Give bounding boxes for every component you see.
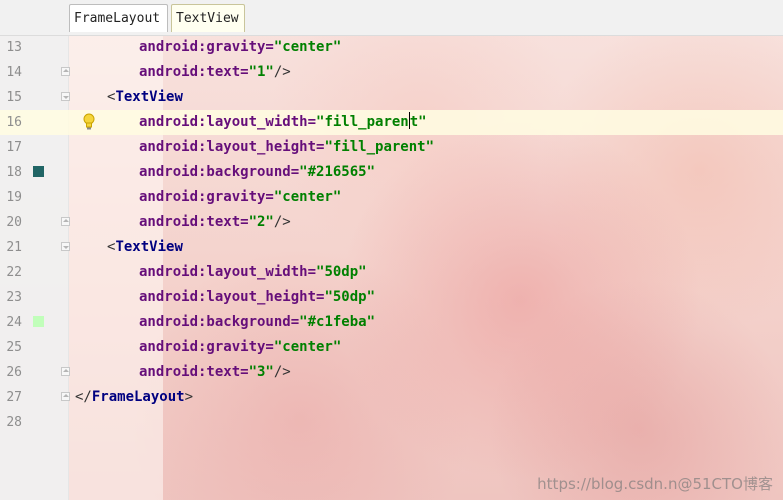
- angle-close: >: [184, 389, 194, 405]
- code-text: android:text="2"/>: [139, 210, 291, 235]
- code-text: android:layout_height="fill_parent": [139, 135, 434, 160]
- line-number: 13: [6, 40, 22, 55]
- code-text: android:background="#216565": [139, 160, 375, 185]
- code-line[interactable]: 25 android:gravity="center": [0, 335, 783, 360]
- xml-value: "#c1feba": [299, 314, 376, 330]
- code-text: android:gravity="center": [139, 185, 341, 210]
- line-number: 20: [6, 215, 22, 230]
- xml-value: t": [409, 114, 427, 130]
- line-number: 27: [6, 390, 22, 405]
- fold-close-icon[interactable]: [61, 67, 70, 76]
- xml-value: "center": [273, 189, 342, 205]
- code-line[interactable]: 21 <TextView: [0, 235, 783, 260]
- fold-open-icon[interactable]: [61, 92, 70, 101]
- xml-value: "fill_parent": [324, 139, 435, 155]
- code-text: android:layout_width="50dp": [139, 260, 367, 285]
- code-text: <TextView: [107, 85, 183, 110]
- code-line-current[interactable]: 16 android:layout_width="fill_parent": [0, 110, 783, 135]
- code-text: android:gravity="center": [139, 35, 341, 60]
- xml-tag: TextView: [115, 239, 183, 255]
- code-editor[interactable]: FrameLayout TextView 13 android:gravity=…: [0, 0, 783, 500]
- xml-attribute: android:gravity=: [139, 339, 274, 355]
- line-number: 17: [6, 140, 22, 155]
- breadcrumb-textview[interactable]: TextView: [171, 4, 245, 32]
- code-text: android:text="3"/>: [139, 360, 291, 385]
- code-line[interactable]: 23 android:layout_height="50dp": [0, 285, 783, 310]
- line-number: 18: [6, 165, 22, 180]
- xml-attribute: android:layout_width=: [139, 264, 317, 280]
- xml-value: "50dp": [324, 289, 376, 305]
- angle-close-open: </: [75, 389, 92, 405]
- xml-attribute: android:text=: [139, 64, 249, 80]
- color-swatch-icon[interactable]: [33, 316, 44, 327]
- xml-tag: FrameLayout: [91, 389, 185, 405]
- xml-attribute: android:background=: [139, 164, 300, 180]
- code-text: android:gravity="center": [139, 335, 341, 360]
- lightbulb-icon[interactable]: [83, 113, 95, 131]
- xml-tag-close: />: [273, 364, 291, 380]
- color-swatch-icon[interactable]: [33, 166, 44, 177]
- code-line[interactable]: 15 <TextView: [0, 85, 783, 110]
- line-number: 23: [6, 290, 22, 305]
- breadcrumb-framelayout[interactable]: FrameLayout: [69, 4, 168, 32]
- code-text: android:background="#c1feba": [139, 310, 375, 335]
- line-number: 14: [6, 65, 22, 80]
- line-number: 21: [6, 240, 22, 255]
- code-line[interactable]: 18 android:background="#216565": [0, 160, 783, 185]
- code-text: android:layout_width="fill_parent": [139, 110, 427, 135]
- line-number: 26: [6, 365, 22, 380]
- xml-value: "3": [248, 364, 274, 380]
- line-number: 24: [6, 315, 22, 330]
- xml-value: "center": [273, 39, 342, 55]
- code-text: android:layout_height="50dp": [139, 285, 375, 310]
- breadcrumb-bar: FrameLayout TextView: [0, 0, 783, 36]
- code-line[interactable]: 13 android:gravity="center": [0, 35, 783, 60]
- xml-tag-close: />: [273, 214, 291, 230]
- code-line[interactable]: 17 android:layout_height="fill_parent": [0, 135, 783, 160]
- fold-close-icon[interactable]: [61, 367, 70, 376]
- code-text: </FrameLayout>: [75, 385, 193, 410]
- line-number: 28: [6, 415, 22, 430]
- xml-attribute: android:layout_width=: [139, 114, 317, 130]
- code-text: android:text="1"/>: [139, 60, 291, 85]
- line-number: 15: [6, 90, 22, 105]
- fold-close-icon[interactable]: [61, 392, 70, 401]
- xml-attribute: android:background=: [139, 314, 300, 330]
- xml-value: "fill_paren: [316, 114, 409, 130]
- code-line[interactable]: 28: [0, 410, 783, 435]
- line-number: 22: [6, 265, 22, 280]
- xml-attribute: android:layout_height=: [139, 139, 325, 155]
- xml-attribute: android:gravity=: [139, 189, 274, 205]
- xml-tag: TextView: [115, 89, 183, 105]
- code-line[interactable]: 22 android:layout_width="50dp": [0, 260, 783, 285]
- xml-value: "#216565": [299, 164, 376, 180]
- code-line[interactable]: 20 android:text="2"/>: [0, 210, 783, 235]
- code-line[interactable]: 14 android:text="1"/>: [0, 60, 783, 85]
- xml-attribute: android:text=: [139, 214, 249, 230]
- fold-open-icon[interactable]: [61, 242, 70, 251]
- xml-value: "50dp": [316, 264, 367, 280]
- line-number: 25: [6, 340, 22, 355]
- xml-tag-close: />: [273, 64, 291, 80]
- xml-attribute: android:gravity=: [139, 39, 274, 55]
- xml-attribute: android:text=: [139, 364, 249, 380]
- code-line[interactable]: 26 android:text="3"/>: [0, 360, 783, 385]
- line-number: 16: [6, 115, 22, 130]
- line-number: 19: [6, 190, 22, 205]
- code-line[interactable]: 27 </FrameLayout>: [0, 385, 783, 410]
- watermark-text: https://blog.csdn.n@51CTO博客: [537, 475, 773, 493]
- code-text: <TextView: [107, 235, 183, 260]
- xml-value: "2": [248, 214, 274, 230]
- xml-value: "1": [248, 64, 274, 80]
- code-line[interactable]: 24 android:background="#c1feba": [0, 310, 783, 335]
- xml-value: "center": [273, 339, 342, 355]
- code-line[interactable]: 19 android:gravity="center": [0, 185, 783, 210]
- xml-attribute: android:layout_height=: [139, 289, 325, 305]
- fold-close-icon[interactable]: [61, 217, 70, 226]
